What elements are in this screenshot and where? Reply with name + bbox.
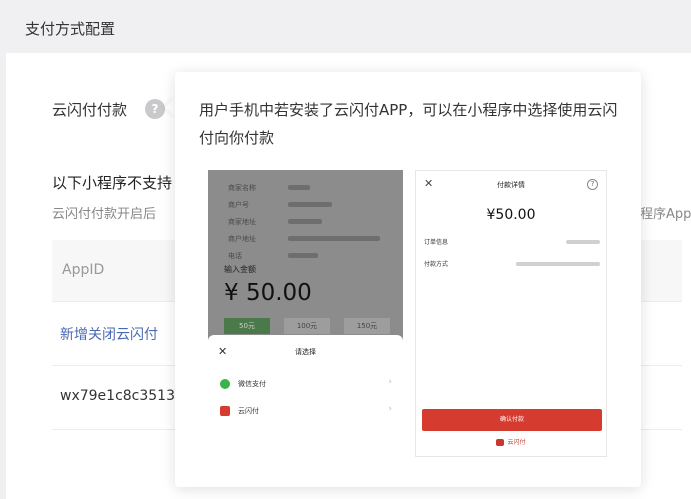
unionpay-footer: 云闪付 [416, 437, 606, 446]
payment-method-sheet: ✕ 请选择 微信支付 › 云闪付 › [208, 335, 403, 457]
chevron-right-icon: › [388, 404, 392, 414]
blurred-value [288, 236, 380, 241]
footer-text: 云闪付 [507, 439, 526, 446]
section-description-tail: 程序AppID [640, 207, 691, 222]
payment-option-wechat: 微信支付 › [220, 375, 392, 395]
unionpay-icon [220, 406, 230, 416]
blurred-value [288, 202, 332, 207]
quick-amount-button: 150元 [344, 318, 390, 334]
help-icon: ? [587, 179, 598, 190]
info-label: 电话 [228, 252, 242, 260]
payment-option-unionpay: 云闪付 › [220, 402, 392, 422]
section-description: 云闪付付款开启后 [52, 207, 157, 222]
option-label: 云闪付 [238, 407, 259, 415]
info-label: 商户地址 [228, 235, 256, 243]
quick-amount-button: 50元 [224, 318, 270, 334]
detail-row-label: 订单信息 [424, 239, 449, 246]
page-header: 支付方式配置 [0, 0, 691, 53]
blurred-value [288, 185, 310, 190]
blurred-value [516, 262, 600, 266]
amount-display: ¥ 50.00 [224, 280, 312, 306]
detail-row: 订单信息 [424, 237, 600, 249]
info-label: 商家地址 [228, 218, 256, 226]
help-icon[interactable]: ? [145, 99, 165, 119]
appid-value: wx79e1c8c3513 [60, 388, 176, 404]
quick-amount-button: 100元 [284, 318, 330, 334]
input-amount-label: 输入金额 [224, 265, 256, 274]
blurred-value [566, 240, 600, 244]
info-label: 商家名称 [228, 184, 256, 192]
unionpay-label: 云闪付付款 [52, 101, 128, 119]
blurred-value [288, 219, 322, 224]
merchant-info: 商家名称 商户号 商家地址 商户地址 电话 [228, 180, 398, 265]
detail-title: 付款详情 [497, 181, 525, 189]
sheet-title: 请选择 [295, 348, 316, 356]
option-label: 微信支付 [238, 380, 266, 388]
detail-row-label: 付款方式 [424, 261, 449, 268]
section-title: 以下小程序不支持 [52, 174, 173, 192]
info-label: 商户号 [228, 201, 249, 209]
column-header-appid: AppID [62, 262, 105, 278]
detail-amount: ¥50.00 [486, 207, 536, 223]
detail-row: 付款方式 [424, 259, 600, 271]
mockup-payment-detail: ✕ 付款详情 ? ¥50.00 订单信息 付款方式 确认付款 云闪付 [415, 170, 607, 457]
confirm-pay-button: 确认付款 [422, 409, 602, 431]
mockup-payment-select: 商家名称 商户号 商家地址 商户地址 电话 输入金额 ¥ 50.00 50元 1… [208, 170, 403, 457]
help-popover: 用户手机中若安装了云闪付APP，可以在小程序中选择使用云闪付向你付款 商家名称 … [175, 72, 641, 487]
blurred-value [288, 253, 318, 258]
popover-text: 用户手机中若安装了云闪付APP，可以在小程序中选择使用云闪付向你付款 [199, 101, 618, 147]
unionpay-logo-icon [496, 439, 505, 446]
wechat-pay-icon [220, 379, 230, 389]
add-close-link[interactable]: 新增关闭云闪付 [60, 324, 158, 344]
chevron-right-icon: › [388, 377, 392, 387]
page-title: 支付方式配置 [25, 20, 116, 38]
quick-amount-buttons: 50元 100元 150元 [224, 318, 394, 334]
